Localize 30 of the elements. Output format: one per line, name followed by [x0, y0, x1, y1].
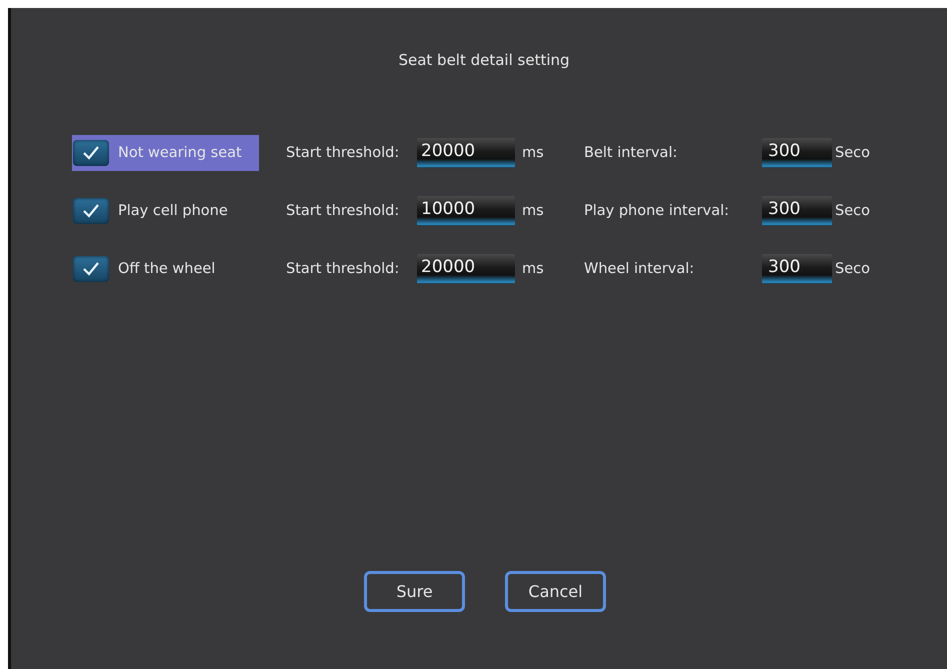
unit-label: ms [521, 145, 545, 161]
option-item[interactable]: Play cell phone [72, 193, 259, 229]
field-label: Play phone interval: [584, 203, 730, 219]
option-label: Off the wheel [118, 261, 216, 277]
number-field[interactable]: 300 [762, 254, 832, 284]
checkbox[interactable] [73, 198, 109, 224]
checkbox[interactable] [73, 256, 109, 282]
number-field[interactable]: 20000 [417, 138, 515, 168]
dialog-title: Seat belt detail setting [397, 51, 571, 69]
field-label: Start threshold: [286, 203, 400, 219]
unit-label: ms [521, 203, 545, 219]
number-field[interactable]: 300 [762, 138, 832, 168]
dialog-button[interactable]: Sure [364, 571, 465, 612]
number-field[interactable]: 10000 [417, 196, 515, 226]
unit-label: Seco [834, 145, 871, 161]
option-item[interactable]: Off the wheel [72, 251, 259, 287]
option-label: Play cell phone [118, 203, 228, 219]
option-item[interactable]: Not wearing seat [72, 135, 259, 171]
checkbox[interactable] [73, 140, 109, 166]
field-label: Start threshold: [286, 145, 400, 161]
field-label: Wheel interval: [584, 261, 696, 277]
field-label: Start threshold: [286, 261, 400, 277]
unit-label: ms [521, 261, 545, 277]
field-label: Belt interval: [584, 145, 678, 161]
dialog-button[interactable]: Cancel [505, 571, 606, 612]
number-field[interactable]: 20000 [417, 254, 515, 284]
unit-label: Seco [834, 261, 871, 277]
number-field[interactable]: 300 [762, 196, 832, 226]
unit-label: Seco [834, 203, 871, 219]
option-label: Not wearing seat [118, 145, 242, 161]
